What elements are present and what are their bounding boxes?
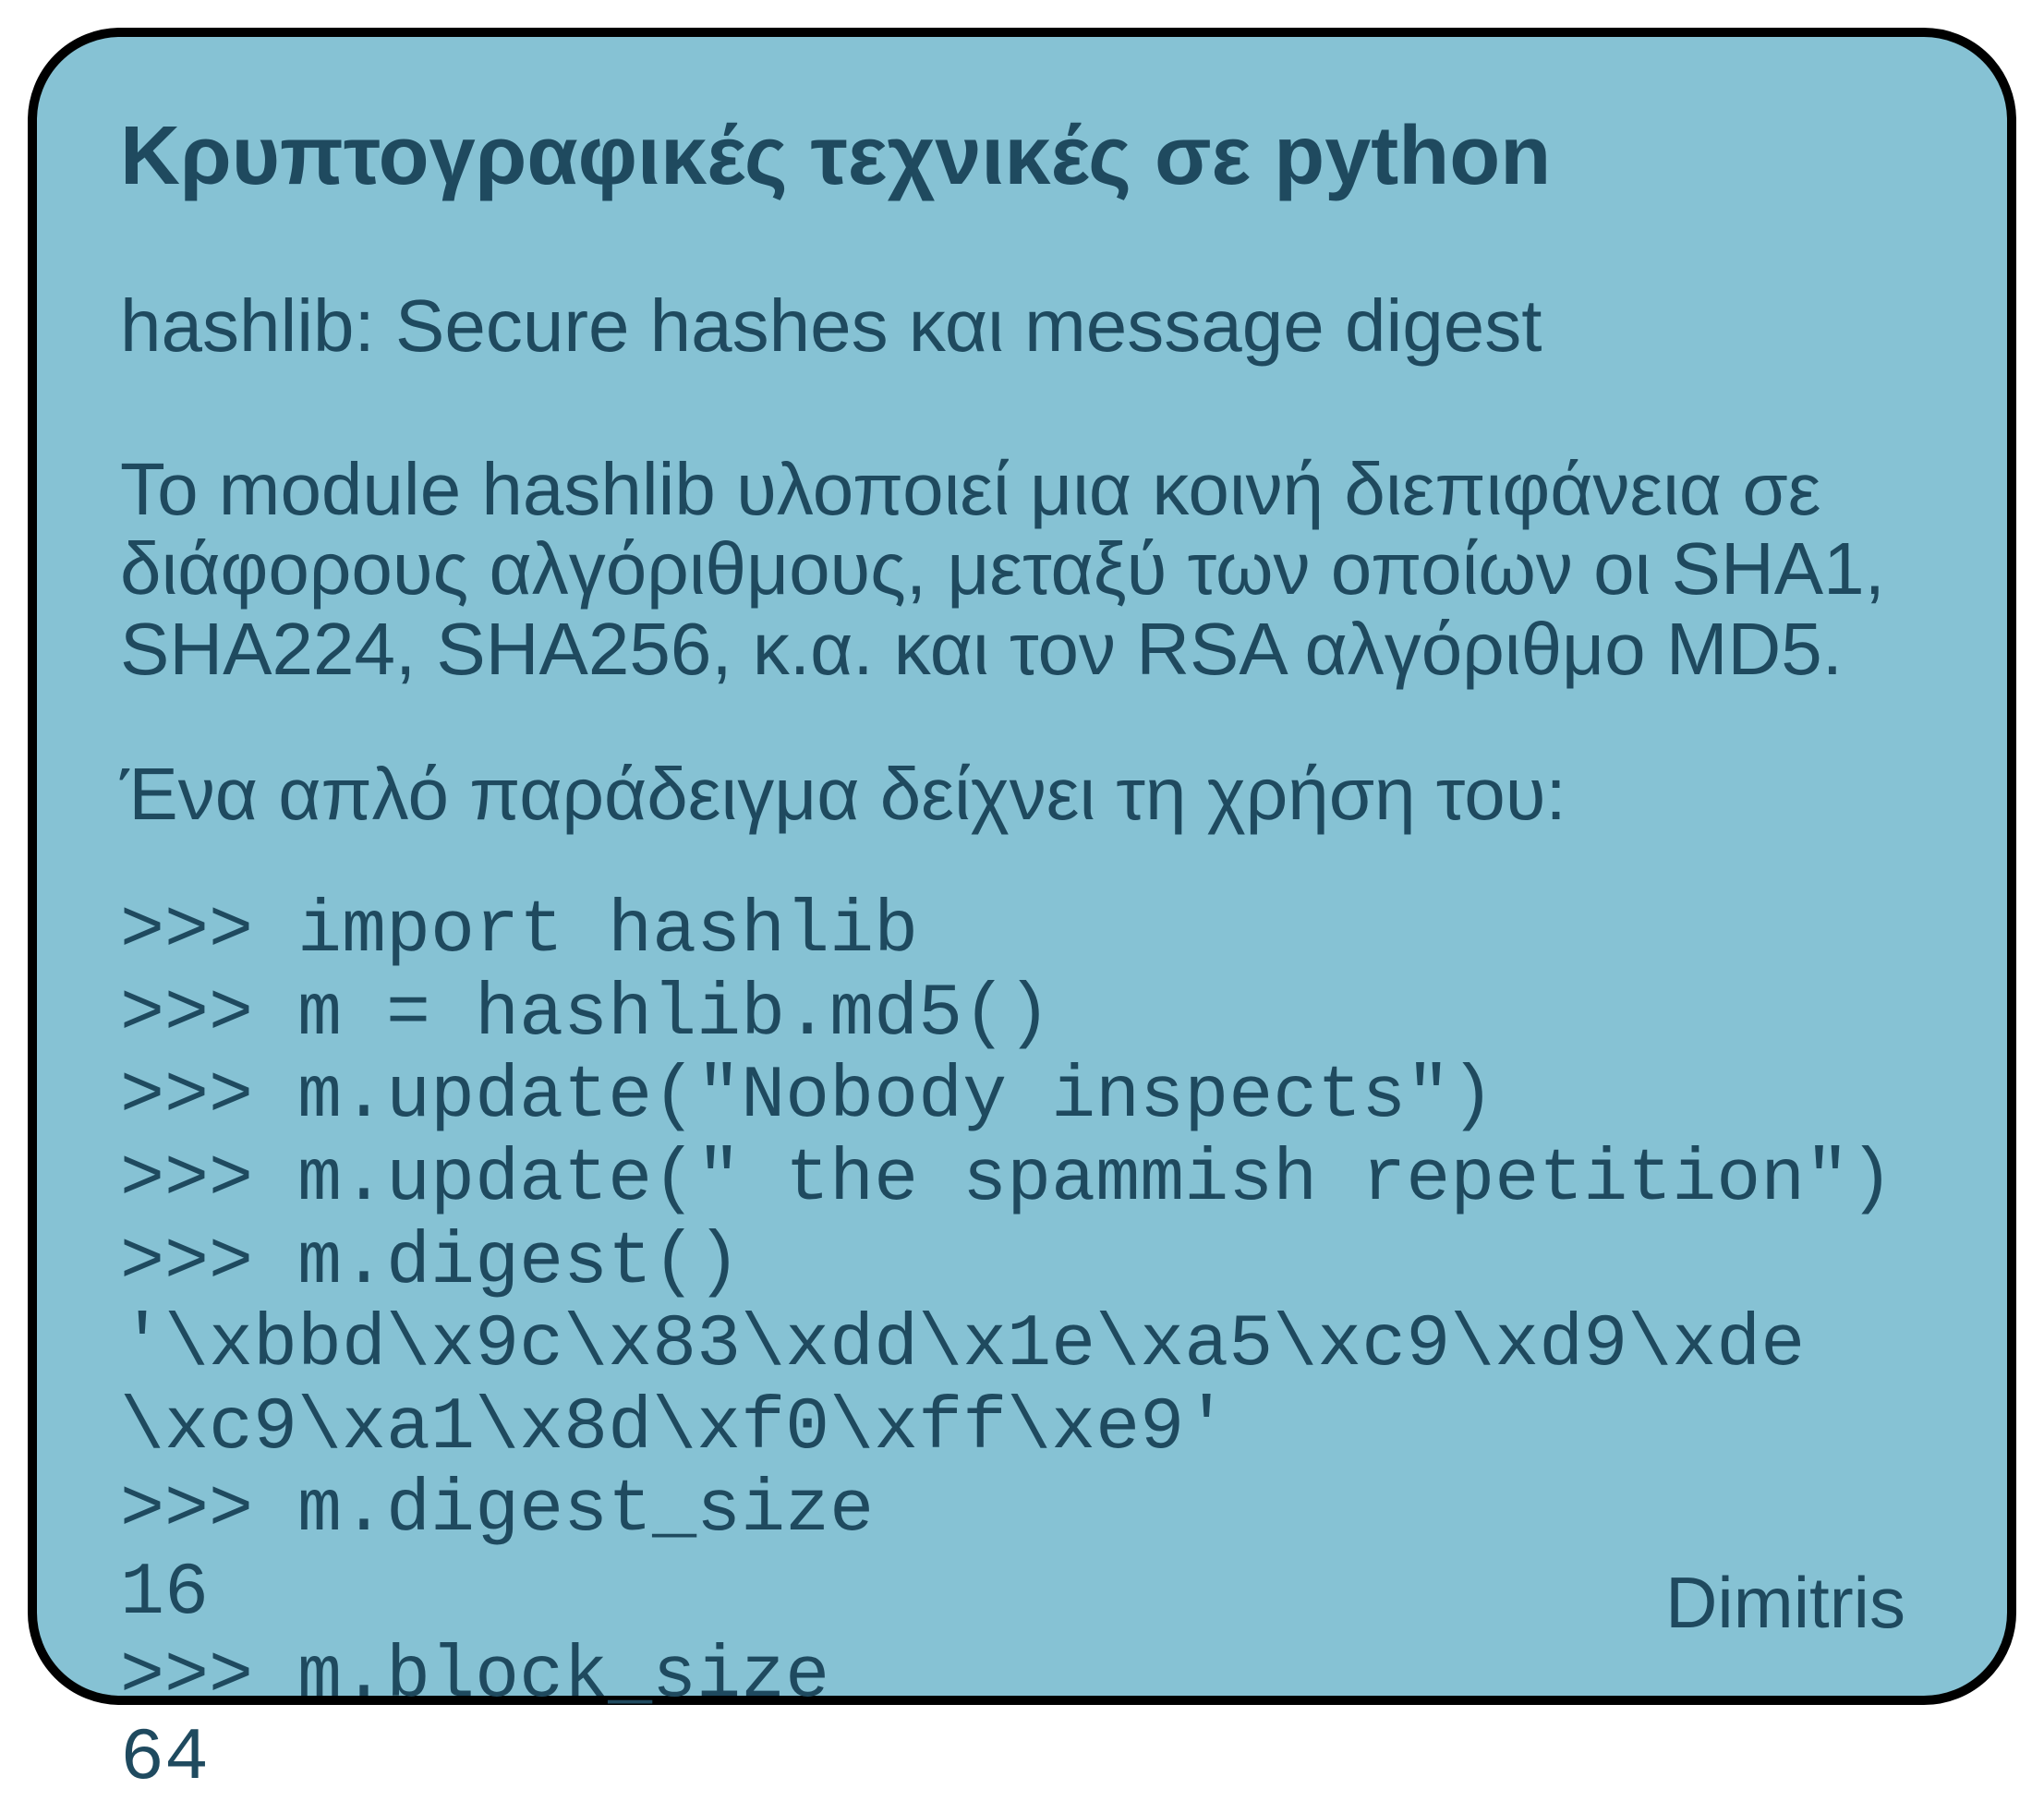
code-block: >>> import hashlib >>> m = hashlib.md5()… [120,890,1924,1801]
slide-card: Κρυπτογραφικές τεχνικές σε python hashli… [28,28,2016,1705]
author-label: Dimitris [1665,1561,1905,1645]
slide-subtitle: hashlib: Secure hashes και message diges… [120,285,1924,367]
slide-paragraph-2: Ένα απλό παράδειγμα δείχνει τη χρήση του… [120,754,1924,835]
slide-title: Κρυπτογραφικές τεχνικές σε python [120,111,1924,202]
slide-paragraph-1: Το module hashlib υλοποιεί μια κοινή διε… [120,450,1924,689]
